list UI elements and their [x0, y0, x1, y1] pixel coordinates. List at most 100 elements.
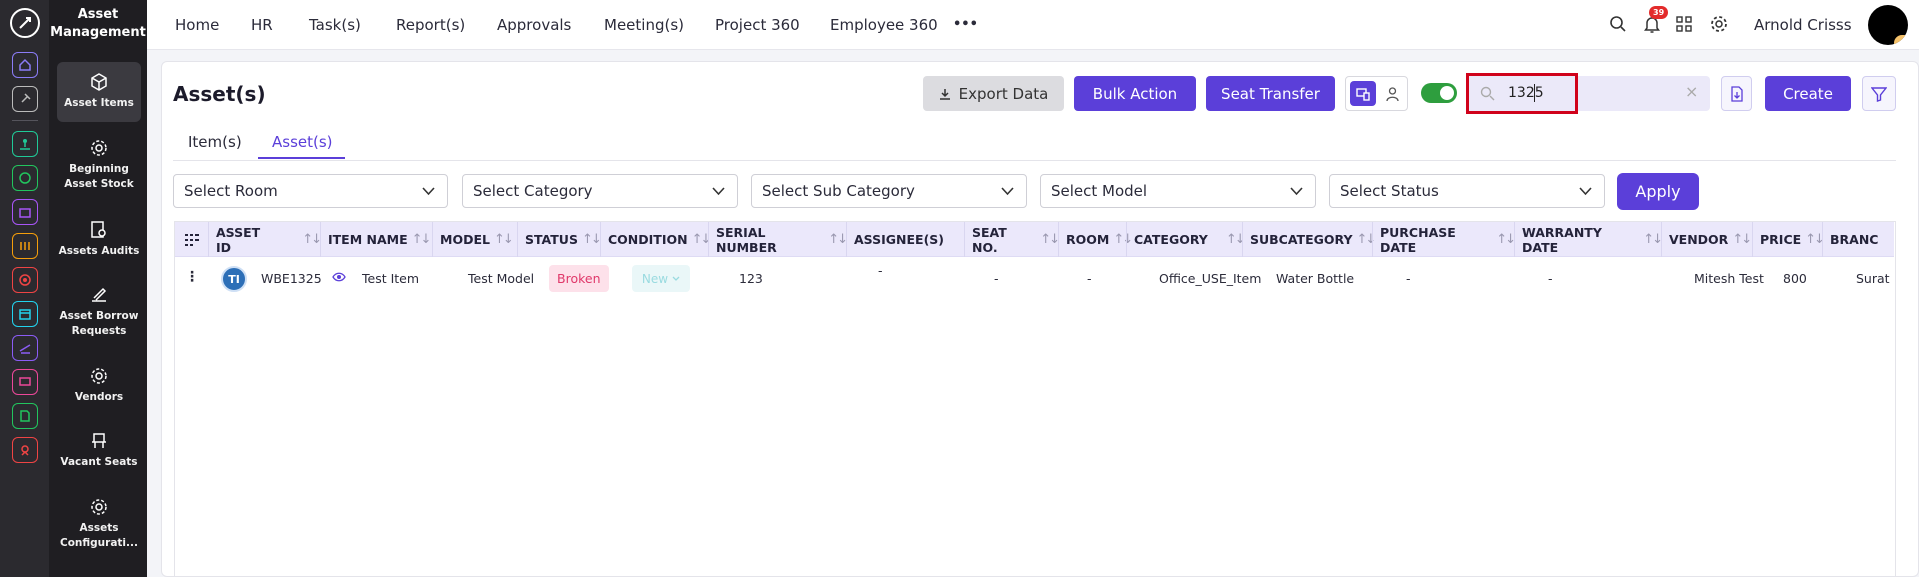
- cube-icon: [91, 73, 107, 91]
- assignee-cell: -: [878, 263, 883, 278]
- seat-transfer-button[interactable]: Seat Transfer: [1206, 76, 1335, 111]
- col-status[interactable]: STATUS ↑↓: [517, 222, 602, 257]
- gear-icon: [91, 140, 107, 156]
- chevron-down-icon: [1001, 187, 1014, 196]
- col-branch[interactable]: BRANC: [1822, 222, 1894, 257]
- nav-tasks[interactable]: Task(s): [309, 16, 361, 34]
- model-select[interactable]: Select Model: [1040, 174, 1316, 208]
- col-serial-number[interactable]: SERIAL NUMBER ↑↓: [708, 222, 848, 257]
- clear-search-icon[interactable]: ×: [1685, 82, 1698, 101]
- sidebar-item-assets-audits[interactable]: Assets Audits: [57, 220, 141, 259]
- seat-no-cell: -: [994, 271, 999, 286]
- plane-icon[interactable]: [12, 335, 38, 361]
- col-asset-id[interactable]: ASSET ID ↑↓: [208, 222, 322, 257]
- user-name[interactable]: Arnold Crisss: [1754, 16, 1852, 34]
- column-settings-icon[interactable]: [184, 232, 200, 251]
- col-warranty-date[interactable]: WARRANTY DATE ↑↓: [1514, 222, 1663, 257]
- col-vendor[interactable]: VENDOR ↑↓: [1661, 222, 1752, 257]
- active-tab-indicator: [258, 157, 345, 159]
- sidebar-item-vacant-seats[interactable]: Vacant Seats: [57, 431, 141, 470]
- col-assignees[interactable]: ASSIGNEE(S): [846, 222, 964, 257]
- col-seat-no[interactable]: SEAT NO. ↑↓: [964, 222, 1060, 257]
- bulk-action-button[interactable]: Bulk Action: [1074, 76, 1196, 111]
- serial-number-cell: 123: [739, 271, 763, 286]
- purchase-date-cell: -: [1406, 271, 1411, 286]
- col-model[interactable]: MODEL ↑↓: [432, 222, 517, 257]
- col-category[interactable]: CATEGORY ↑↓: [1126, 222, 1246, 257]
- wallet-icon[interactable]: [12, 233, 38, 259]
- filter-icon[interactable]: [1862, 76, 1896, 111]
- category-cell: Office_USE_Item: [1159, 271, 1262, 286]
- vendor-cell: Mitesh Test: [1694, 271, 1764, 286]
- search-icon[interactable]: [1609, 15, 1627, 33]
- room-select[interactable]: Select Room: [173, 174, 448, 208]
- export-data-button[interactable]: Export Data: [923, 76, 1064, 111]
- briefcase-icon[interactable]: [12, 199, 38, 225]
- doc-icon[interactable]: [12, 403, 38, 429]
- nav-approvals[interactable]: Approvals: [497, 16, 571, 34]
- nav-employee-360[interactable]: Employee 360: [830, 16, 938, 34]
- person-view-icon[interactable]: [1385, 86, 1400, 102]
- asset-avatar: TI: [221, 266, 247, 292]
- chevron-down-icon: [712, 187, 725, 196]
- tab-divider: [173, 160, 1896, 161]
- create-button[interactable]: Create: [1765, 76, 1851, 111]
- app-logo-icon[interactable]: [10, 8, 40, 38]
- apply-button[interactable]: Apply: [1617, 173, 1699, 210]
- gear-icon: [91, 368, 107, 384]
- col-condition[interactable]: CONDITION ↑↓: [600, 222, 711, 257]
- archive-icon[interactable]: [12, 301, 38, 327]
- chevron-down-icon: [1579, 187, 1592, 196]
- icon-rail: [0, 0, 49, 577]
- nav-project-360[interactable]: Project 360: [715, 16, 800, 34]
- apps-grid-icon[interactable]: [1676, 16, 1692, 32]
- seat-icon: [92, 433, 106, 448]
- item-name-cell: Test Item: [362, 271, 420, 286]
- tab-items[interactable]: Item(s): [188, 133, 242, 151]
- col-item-name[interactable]: ITEM NAME ↑↓: [320, 222, 432, 257]
- col-purchase-date[interactable]: PURCHASE DATE ↑↓: [1372, 222, 1516, 257]
- table-header: ASSET ID ↑↓ ITEM NAME ↑↓ MODEL ↑↓ STATUS ↑↓ …: [175, 222, 1894, 257]
- home-icon[interactable]: [12, 52, 38, 78]
- monitor-icon[interactable]: [12, 369, 38, 395]
- sidebar-item-vendors[interactable]: Vendors: [57, 366, 141, 405]
- toggle-switch[interactable]: [1421, 83, 1457, 103]
- nav-hr[interactable]: HR: [251, 16, 273, 34]
- nav-more-icon[interactable]: •••: [953, 17, 978, 32]
- category-select[interactable]: Select Category: [462, 174, 738, 208]
- chevron-down-icon: [672, 276, 680, 281]
- branch-cell: Surat: [1856, 271, 1890, 286]
- device-view-icon[interactable]: [1350, 81, 1376, 106]
- status-select[interactable]: Select Status: [1329, 174, 1605, 208]
- top-navbar: Home HR Task(s) Report(s) Approvals Meet…: [147, 0, 1919, 50]
- sidebar-item-beginning-asset-stock[interactable]: Beginning Asset Stock: [57, 138, 141, 192]
- condition-dropdown[interactable]: New: [632, 265, 690, 292]
- settings-gear-icon[interactable]: [1710, 15, 1728, 33]
- audit-icon: [91, 221, 106, 238]
- avatar[interactable]: [1868, 5, 1908, 45]
- nav-meetings[interactable]: Meeting(s): [604, 16, 684, 34]
- target-icon[interactable]: [12, 267, 38, 293]
- col-subcategory[interactable]: SUBCATEGORY ↑↓: [1242, 222, 1376, 257]
- room-cell: -: [1087, 271, 1092, 286]
- tab-assets[interactable]: Asset(s): [272, 133, 333, 151]
- box-icon[interactable]: [12, 165, 38, 191]
- import-file-icon[interactable]: [1721, 76, 1752, 111]
- support-icon[interactable]: [12, 437, 38, 463]
- chevron-down-icon: [422, 187, 435, 196]
- nav-home[interactable]: Home: [175, 16, 219, 34]
- asset-id-link[interactable]: WBE1325: [261, 271, 322, 286]
- org-icon[interactable]: [12, 131, 38, 157]
- sidebar-item-asset-items[interactable]: Asset Items: [57, 62, 141, 122]
- row-actions-icon[interactable]: ⋮: [185, 269, 199, 285]
- eye-icon[interactable]: [332, 272, 346, 282]
- col-room[interactable]: ROOM ↑↓: [1058, 222, 1133, 257]
- gear-icon: [91, 499, 107, 515]
- sidebar-item-assets-configuration[interactable]: Assets Configurati...: [57, 497, 141, 551]
- sidebar-item-asset-borrow-requests[interactable]: Asset Borrow Requests: [57, 285, 141, 339]
- sub-category-select[interactable]: Select Sub Category: [751, 174, 1027, 208]
- nav-reports[interactable]: Report(s): [396, 16, 465, 34]
- col-price[interactable]: PRICE ↑↓: [1752, 222, 1825, 257]
- borrow-icon: [92, 287, 107, 302]
- pin-icon[interactable]: [12, 86, 38, 112]
